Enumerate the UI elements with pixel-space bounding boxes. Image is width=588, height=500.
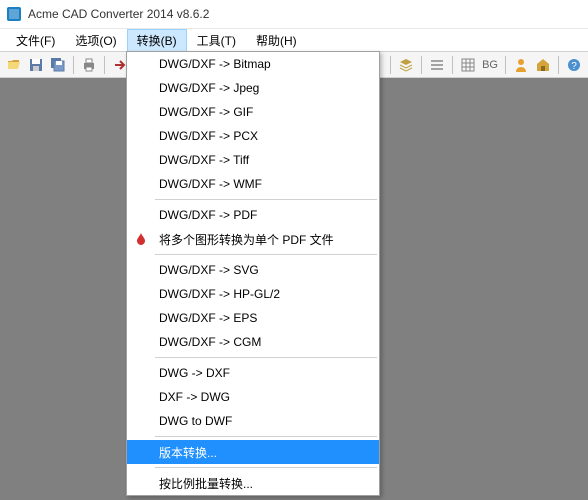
convert-dropdown: DWG/DXF -> Bitmap DWG/DXF -> Jpeg DWG/DXF … [126,51,380,496]
user-icon[interactable] [511,55,531,75]
dropdown-item-label: DXF -> DWG [159,390,230,404]
dropdown-item-label: DWG/DXF -> SVG [159,263,259,277]
bg-label[interactable]: BG [480,59,500,71]
dropdown-item[interactable]: DWG/DXF -> SVG [127,258,379,282]
pdf-icon [133,231,149,247]
dropdown-separator [155,467,377,468]
dropdown-separator [155,254,377,255]
window-title: Acme CAD Converter 2014 v8.6.2 [28,7,209,21]
toolbar-separator [505,56,506,74]
dropdown-item-label: DWG/DXF -> Bitmap [159,57,271,71]
toolbar-separator [73,56,74,74]
dropdown-item[interactable]: DWG/DXF -> CGM [127,330,379,354]
dropdown-item-label: DWG/DXF -> GIF [159,105,253,119]
svg-text:?: ? [571,61,577,72]
menu-file[interactable]: 文件(F) [6,29,65,52]
dropdown-item-label: DWG to DWF [159,414,232,428]
dropdown-item-label: 按比例批量转换... [159,475,253,492]
toolbar-separator [452,56,453,74]
print-icon[interactable] [79,55,99,75]
dropdown-item[interactable]: 按比例批量转换... [127,471,379,495]
dropdown-item-label: DWG/DXF -> PCX [159,129,258,143]
dropdown-item[interactable]: DWG/DXF -> PCX [127,124,379,148]
save-all-icon[interactable] [48,55,68,75]
layers-icon[interactable] [396,55,416,75]
open-icon[interactable] [4,55,24,75]
dropdown-item-label: DWG -> DXF [159,366,230,380]
dropdown-separator [155,199,377,200]
dropdown-separator [155,357,377,358]
toolbar-separator [421,56,422,74]
dropdown-item[interactable]: DWG/DXF -> HP-GL/2 [127,282,379,306]
menubar: 文件(F) 选项(O) 转换(B) 工具(T) 帮助(H) [0,28,588,52]
help-icon[interactable]: ? [564,55,584,75]
dropdown-item-label: DWG/DXF -> Tiff [159,153,249,167]
dropdown-item[interactable]: DWG -> DXF [127,361,379,385]
menu-options[interactable]: 选项(O) [65,29,126,52]
dropdown-item-label: DWG/DXF -> HP-GL/2 [159,287,280,301]
dropdown-item[interactable]: DWG/DXF -> EPS [127,306,379,330]
save-icon[interactable] [26,55,46,75]
dropdown-item-label: 版本转换... [159,444,217,461]
dropdown-item-label: DWG/DXF -> EPS [159,311,257,325]
dropdown-item[interactable]: DWG/DXF -> Tiff [127,148,379,172]
dropdown-item[interactable]: DWG/DXF -> WMF [127,172,379,196]
menu-help[interactable]: 帮助(H) [246,29,307,52]
dropdown-item[interactable]: DWG to DWF [127,409,379,433]
dropdown-item[interactable]: DWG/DXF -> GIF [127,100,379,124]
dropdown-item[interactable]: 版本转换... [127,440,379,464]
dropdown-item-label: DWG/DXF -> CGM [159,335,261,349]
titlebar: Acme CAD Converter 2014 v8.6.2 [0,0,588,28]
dropdown-item-label: DWG/DXF -> PDF [159,208,257,222]
dropdown-item[interactable]: DXF -> DWG [127,385,379,409]
dropdown-item[interactable]: 将多个图形转换为单个 PDF 文件 [127,227,379,251]
grid-icon[interactable] [458,55,478,75]
lines-icon[interactable] [427,55,447,75]
dropdown-item-label: DWG/DXF -> Jpeg [159,81,259,95]
menu-convert[interactable]: 转换(B) [127,29,187,52]
dropdown-item-label: DWG/DXF -> WMF [159,177,262,191]
dropdown-item[interactable]: DWG/DXF -> Bitmap [127,52,379,76]
toolbar-separator [558,56,559,74]
dropdown-item-label: 将多个图形转换为单个 PDF 文件 [159,231,334,248]
dropdown-item[interactable]: DWG/DXF -> Jpeg [127,76,379,100]
toolbar-separator [104,56,105,74]
menu-tools[interactable]: 工具(T) [187,29,246,52]
dropdown-item[interactable]: DWG/DXF -> PDF [127,203,379,227]
toolbar-separator [390,56,391,74]
home-icon[interactable] [533,55,553,75]
dropdown-separator [155,436,377,437]
app-icon [6,6,22,22]
